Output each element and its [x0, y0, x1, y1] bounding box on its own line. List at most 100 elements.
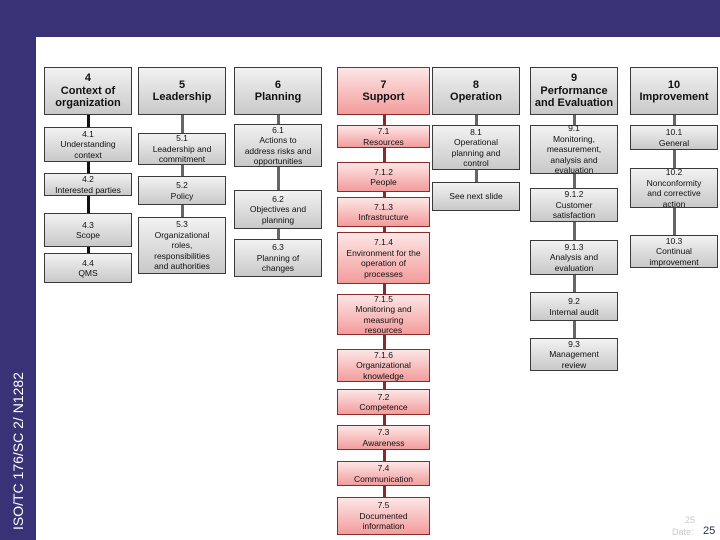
- clause-7-heading: 7 Support: [337, 67, 430, 115]
- clause-heading-text: 9 Performance and Evaluation: [534, 72, 614, 110]
- clause-4-heading: 4 Context of organization: [44, 67, 132, 115]
- connector-line: [181, 115, 184, 133]
- clause-heading-text: 10 Improvement: [639, 78, 709, 104]
- subclause-box: 6.1 Actions to address risks and opportu…: [234, 124, 322, 167]
- subclause-box: See next slide: [432, 182, 520, 211]
- connector-line: [475, 115, 478, 125]
- subclause-text: 4.3 Scope: [75, 219, 101, 241]
- subclause-box: 7.3 Awareness: [337, 425, 430, 450]
- connector-line: [87, 196, 90, 213]
- subclause-box: 4.3 Scope: [44, 213, 132, 247]
- subclause-text: 7.2 Competence: [359, 391, 408, 413]
- connector-line: [573, 222, 576, 240]
- connector-line: [475, 170, 478, 182]
- subclause-box: 9.1.3 Analysis and evaluation: [530, 240, 618, 275]
- subclause-box: 7.1.4 Environment for the operation of p…: [337, 232, 430, 284]
- subclause-text: 9.3 Management review: [549, 338, 599, 370]
- subclause-box: 4.2 Interested parties: [44, 173, 132, 196]
- connector-line: [382, 415, 386, 425]
- connector-line: [673, 115, 676, 125]
- connector-line: [181, 205, 184, 217]
- connector-line: [673, 208, 676, 235]
- subclause-box: 6.2 Objectives and planning: [234, 190, 322, 229]
- subclause-text: 4.2 Interested parties: [55, 174, 121, 195]
- clause-10-heading: 10 Improvement: [630, 67, 718, 115]
- subclause-box: 7.1.6 Organizational knowledge: [337, 349, 430, 382]
- subclause-text: 7.1.5 Monitoring and measuring resources: [355, 293, 412, 336]
- connector-line: [573, 321, 576, 338]
- subclause-box: 7.1.5 Monitoring and measuring resources: [337, 294, 430, 335]
- document-reference: ISO/TC 176/SC 2/ N1282: [10, 372, 26, 530]
- subclause-text: 9.1 Monitoring, measurement, analysis an…: [546, 123, 602, 176]
- connector-line: [181, 165, 184, 176]
- subclause-box: 10.3 Continual improvement: [630, 235, 718, 268]
- connector-line: [277, 229, 280, 239]
- connector-line: [277, 167, 280, 190]
- connector-line: [382, 284, 386, 294]
- subclause-text: See next slide: [449, 191, 503, 202]
- subclause-text: 4.4 QMS: [78, 257, 98, 279]
- clause-5-heading: 5 Leadership: [138, 67, 226, 115]
- clause-6-heading: 6 Planning: [234, 67, 322, 115]
- subclause-text: 7.1.4 Environment for the operation of p…: [346, 237, 421, 279]
- subclause-box: 9.2 Internal audit: [530, 292, 618, 321]
- connector-line: [573, 275, 576, 292]
- subclause-text: 10.2 Nonconformity and corrective action: [646, 167, 702, 209]
- subclause-text: 5.1 Leadership and commitment: [152, 133, 212, 165]
- subclause-box: 7.4 Communication: [337, 461, 430, 486]
- subclause-box: 10.1 General: [630, 125, 718, 150]
- subclause-text: 9.2 Internal audit: [549, 296, 599, 317]
- subclause-text: 7.1 Resources: [363, 126, 404, 147]
- subclause-text: 9.1.2 Customer satisfaction: [552, 189, 596, 221]
- subclause-box: 6.3 Planning of changes: [234, 239, 322, 277]
- connector-line: [382, 335, 386, 349]
- subclause-box: 7.1.2 People: [337, 162, 430, 192]
- subclause-text: 4.1 Understanding context: [60, 128, 116, 160]
- subclause-text: 6.2 Objectives and planning: [249, 193, 307, 225]
- subclause-box: 8.1 Operational planning and control: [432, 125, 520, 170]
- page-number: 25: [703, 525, 716, 537]
- subclause-box: 4.4 QMS: [44, 253, 132, 283]
- connector-line: [87, 115, 90, 127]
- subclause-box: 10.2 Nonconformity and corrective action: [630, 167, 718, 209]
- subclause-box: 7.5 Documented information: [337, 497, 430, 535]
- subclause-text: 10.1 General: [658, 127, 690, 148]
- subclause-text: 9.1.3 Analysis and evaluation: [549, 241, 599, 273]
- slide-number-faint: 25: [685, 515, 696, 525]
- subclause-text: 10.3 Continual improvement: [649, 235, 699, 267]
- subclause-text: 7.4 Communication: [353, 463, 414, 484]
- connector-line: [673, 150, 676, 168]
- clause-8-heading: 8 Operation: [432, 67, 520, 115]
- connector-line: [382, 486, 386, 497]
- connector-line: [573, 174, 576, 188]
- clause-heading-text: 5 Leadership: [152, 78, 212, 104]
- subclause-text: 6.1 Actions to address risks and opportu…: [244, 124, 312, 167]
- subclause-box: 7.2 Competence: [337, 389, 430, 415]
- connector-line: [87, 162, 90, 173]
- connector-line: [382, 450, 386, 461]
- subclause-text: 7.1.3 Infrastructure: [358, 201, 409, 223]
- subclause-text: 7.1.2 People: [370, 166, 397, 188]
- subclause-box: 5.1 Leadership and commitment: [138, 133, 226, 165]
- subclause-text: 6.3 Planning of changes: [256, 242, 300, 274]
- subclause-box: 4.1 Understanding context: [44, 127, 132, 162]
- connector-line: [382, 382, 386, 389]
- subclause-text: 7.1.6 Organizational knowledge: [356, 349, 411, 381]
- subclause-box: 5.2 Policy: [138, 176, 226, 205]
- subclause-box: 5.3 Organizational roles, responsibiliti…: [138, 217, 226, 274]
- subclause-text: 5.2 Policy: [170, 180, 194, 201]
- subclause-box: 9.1 Monitoring, measurement, analysis an…: [530, 123, 618, 176]
- subclause-box: 9.3 Management review: [530, 338, 618, 371]
- subclause-text: 7.3 Awareness: [362, 427, 405, 448]
- subclause-box: 7.1.3 Infrastructure: [337, 197, 430, 227]
- date-label: Date:: [672, 527, 694, 537]
- clause-9-heading: 9 Performance and Evaluation: [530, 67, 618, 115]
- subclause-text: 5.3 Organizational roles, responsibiliti…: [154, 219, 210, 272]
- connector-line: [382, 148, 386, 162]
- connector-line: [382, 115, 386, 125]
- clause-heading-text: 6 Planning: [254, 78, 302, 104]
- connector-line: [277, 115, 280, 124]
- clause-heading-text: 7 Support: [362, 78, 405, 104]
- subclause-box: 9.1.2 Customer satisfaction: [530, 188, 618, 222]
- subclause-box: 7.1 Resources: [337, 125, 430, 148]
